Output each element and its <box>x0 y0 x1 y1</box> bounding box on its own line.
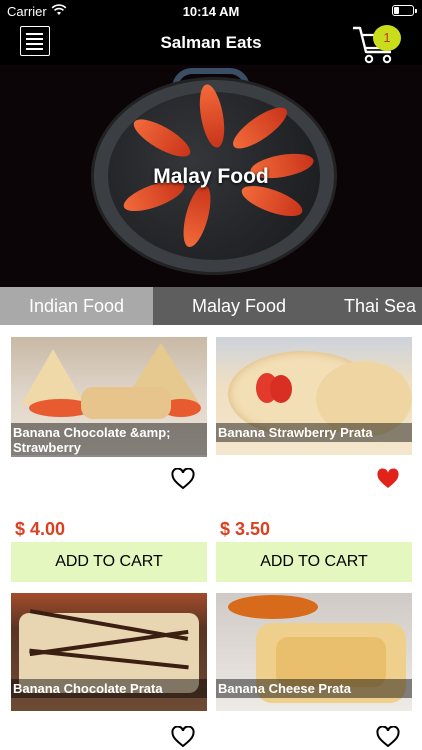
battery-icon <box>392 5 417 16</box>
favorite-heart-filled-icon[interactable] <box>376 468 400 490</box>
product-price: $ 3.50 <box>220 519 271 539</box>
favorite-heart-outline-icon[interactable] <box>376 726 400 748</box>
product-name: Banana Strawberry Prata <box>216 423 412 442</box>
product-price: $ 4.00 <box>15 519 66 539</box>
add-to-cart-button[interactable]: ADD TO CART <box>11 542 207 582</box>
category-banner[interactable]: Malay Food <box>0 65 422 287</box>
favorite-heart-outline-icon[interactable] <box>171 726 195 748</box>
clock: 10:14 AM <box>182 4 240 19</box>
product-card: Banana Chocolate Prata <box>11 593 207 750</box>
cart-count-badge: 1 <box>373 25 401 51</box>
status-bar: Carrier 10:14 AM <box>0 0 422 22</box>
banner-title: Malay Food <box>153 165 269 188</box>
product-name: Banana Chocolate Prata <box>11 679 207 698</box>
tab-thai-sea[interactable]: Thai Sea <box>325 287 422 325</box>
nav-bar: Salman Eats 1 <box>0 22 422 65</box>
category-tabs: Indian Food Malay Food Thai Sea <box>0 287 422 325</box>
product-name: Banana Cheese Prata <box>216 679 412 698</box>
tab-malay-food[interactable]: Malay Food <box>153 287 325 325</box>
product-card: Banana Cheese Prata <box>216 593 412 750</box>
product-card: Banana Strawberry Prata $ 3.50 ADD TO CA… <box>216 337 412 582</box>
add-to-cart-button[interactable]: ADD TO CART <box>216 542 412 582</box>
product-name: Banana Chocolate &amp; Strawberry <box>11 423 207 457</box>
product-card: Banana Chocolate &amp; Strawberry $ 4.00… <box>11 337 207 582</box>
tab-indian-food[interactable]: Indian Food <box>0 287 153 325</box>
favorite-heart-outline-icon[interactable] <box>171 468 195 490</box>
